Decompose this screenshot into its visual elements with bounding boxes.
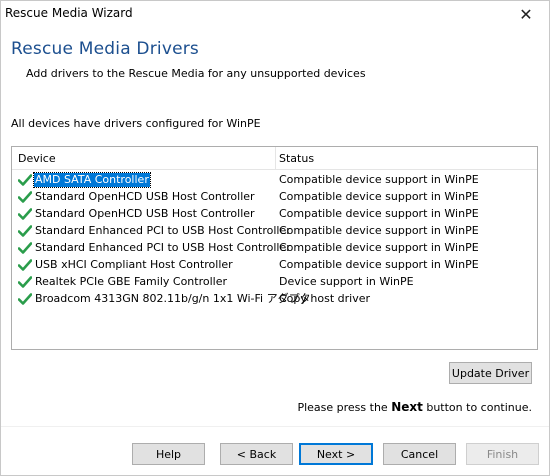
finish-button: Finish — [466, 443, 539, 465]
device-name[interactable]: Standard Enhanced PCI to USB Host Contro… — [34, 224, 292, 238]
device-name[interactable]: Realtek PCIe GBE Family Controller — [34, 275, 228, 289]
device-name[interactable]: Standard OpenHCD USB Host Controller — [34, 190, 256, 204]
update-driver-button[interactable]: Update Driver — [449, 362, 532, 384]
cancel-button[interactable]: Cancel — [383, 443, 456, 465]
hint-text-after: button to continue. — [422, 401, 532, 414]
device-name[interactable]: Standard OpenHCD USB Host Controller — [34, 207, 256, 221]
device-status: Compatible device support in WinPE — [279, 207, 479, 220]
device-rows: AMD SATA Controller Compatible device sup… — [12, 172, 537, 308]
hint-next-emphasis: Next — [391, 400, 423, 414]
green-check-icon — [18, 191, 32, 203]
device-name[interactable]: USB xHCI Compliant Host Controller — [34, 258, 234, 272]
device-row[interactable]: Standard OpenHCD USB Host Controller Comp… — [12, 189, 537, 206]
device-status: Device support in WinPE — [279, 275, 414, 288]
device-status: Compatible device support in WinPE — [279, 258, 479, 271]
green-check-icon — [18, 259, 32, 271]
driver-status-message: All devices have drivers configured for … — [11, 117, 261, 130]
page-subtitle: Add drivers to the Rescue Media for any … — [26, 67, 366, 80]
green-check-icon — [18, 293, 32, 305]
title-bar: Rescue Media Wizard — [1, 1, 549, 28]
close-icon[interactable]: ✕ — [503, 1, 549, 28]
device-status: Compatible device support in WinPE — [279, 173, 479, 186]
device-row[interactable]: Broadcom 4313GN 802.11b/g/n 1x1 Wi-Fi アダ… — [12, 291, 537, 308]
back-button[interactable]: < Back — [220, 443, 293, 465]
green-check-icon — [18, 174, 32, 186]
device-list[interactable]: Device Status AMD SATA Controller Compati… — [11, 146, 538, 350]
device-row[interactable]: AMD SATA Controller Compatible device sup… — [12, 172, 537, 189]
device-row[interactable]: Standard OpenHCD USB Host Controller Comp… — [12, 206, 537, 223]
footer-divider — [1, 426, 549, 427]
device-status: Copy host driver — [279, 292, 371, 305]
device-name[interactable]: AMD SATA Controller — [33, 172, 151, 188]
rescue-media-wizard-window: Rescue Media Wizard ✕ Rescue Media Drive… — [0, 0, 550, 476]
column-header-device[interactable]: Device — [18, 152, 56, 165]
column-divider[interactable] — [275, 147, 276, 169]
device-row[interactable]: USB xHCI Compliant Host Controller Compat… — [12, 257, 537, 274]
device-name[interactable]: Standard Enhanced PCI to USB Host Contro… — [34, 241, 292, 255]
green-check-icon — [18, 225, 32, 237]
device-row[interactable]: Standard Enhanced PCI to USB Host Contro… — [12, 240, 537, 257]
list-header: Device Status — [12, 147, 537, 170]
device-name[interactable]: Broadcom 4313GN 802.11b/g/n 1x1 Wi-Fi アダ… — [34, 292, 312, 306]
continue-hint: Please press the Next button to continue… — [297, 400, 532, 414]
help-button[interactable]: Help — [132, 443, 205, 465]
page-title: Rescue Media Drivers — [11, 39, 199, 59]
device-status: Compatible device support in WinPE — [279, 224, 479, 237]
hint-text-before: Please press the — [297, 401, 392, 414]
device-status: Compatible device support in WinPE — [279, 190, 479, 203]
device-row[interactable]: Standard Enhanced PCI to USB Host Contro… — [12, 223, 537, 240]
device-row[interactable]: Realtek PCIe GBE Family Controller Device… — [12, 274, 537, 291]
green-check-icon — [18, 242, 32, 254]
column-header-status[interactable]: Status — [279, 152, 314, 165]
window-title: Rescue Media Wizard — [5, 6, 133, 20]
next-button[interactable]: Next > — [299, 443, 373, 465]
green-check-icon — [18, 208, 32, 220]
device-status: Compatible device support in WinPE — [279, 241, 479, 254]
green-check-icon — [18, 276, 32, 288]
